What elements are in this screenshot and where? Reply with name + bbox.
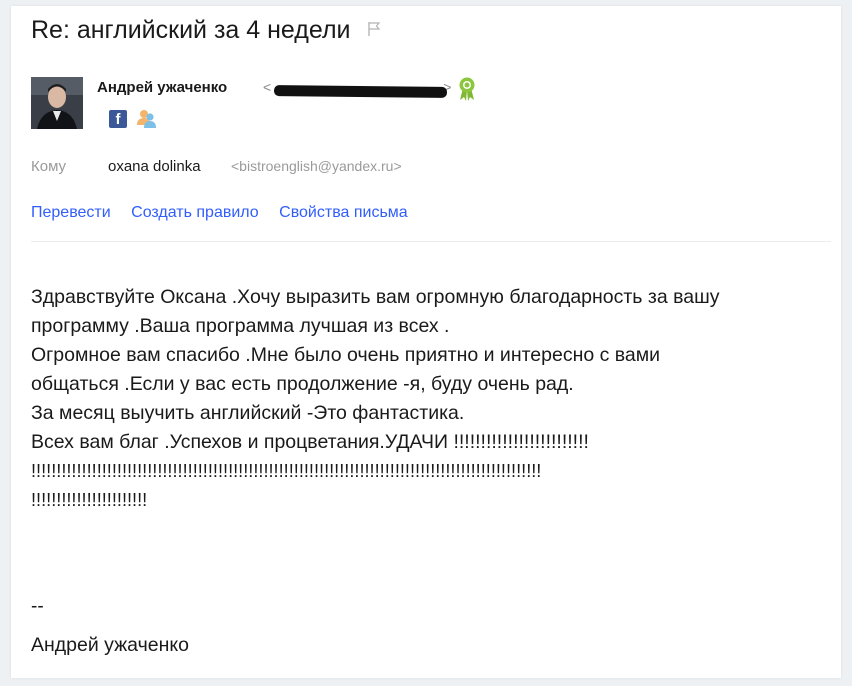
avatar[interactable] [31, 77, 83, 129]
message-body: Здравствуйте Оксана .Хочу выразить вам о… [31, 283, 831, 515]
contact-icon[interactable] [136, 107, 158, 129]
create-rule-link[interactable]: Создать правило [131, 204, 259, 221]
subject-text: Re: английский за 4 недели [31, 16, 351, 44]
sender-name[interactable]: Андрей ужаченко [97, 79, 227, 96]
recipient-email: <bistroenglish@yandex.ru> [231, 158, 402, 174]
facebook-icon[interactable]: f [109, 110, 127, 128]
sender-email-open: < [263, 79, 272, 95]
redaction-mark [273, 85, 448, 98]
divider [31, 241, 831, 242]
message-actions: Перевести Создать правило Свойства письм… [31, 204, 424, 222]
signature-separator: -- [31, 596, 44, 617]
translate-link[interactable]: Перевести [31, 204, 111, 221]
recipient-name[interactable]: oxana dolinka [108, 158, 201, 175]
body-line: Огромное вам спасибо .Мне было очень при… [31, 344, 661, 366]
body-line: общаться .Если у вас есть продолжение -я… [31, 373, 574, 395]
body-line: программу .Ваша программа лучшая из всех… [31, 315, 450, 337]
body-line: Здравствуйте Оксана .Хочу выразить вам о… [31, 286, 720, 308]
to-label: Кому [31, 158, 67, 175]
properties-link[interactable]: Свойства письма [279, 204, 408, 221]
message-card: Re: английский за 4 недели Андрей ужачен… [11, 6, 841, 678]
body-line: За месяц выучить английский -Это фантаст… [31, 402, 465, 424]
body-line: !!!!!!!!!!!!!!!!!!!!!!!!!!!!!!!!!!!!!!!!… [31, 461, 542, 481]
message-subject: Re: английский за 4 недели [31, 16, 381, 45]
body-line: !!!!!!!!!!!!!!!!!!!!!!! [31, 490, 148, 510]
body-line: Всех вам благ .Успехов и процветания.УДА… [31, 431, 589, 453]
flag-icon[interactable] [367, 21, 381, 37]
badge-icon [459, 77, 475, 101]
signature-name: Андрей ужаченко [31, 634, 189, 656]
